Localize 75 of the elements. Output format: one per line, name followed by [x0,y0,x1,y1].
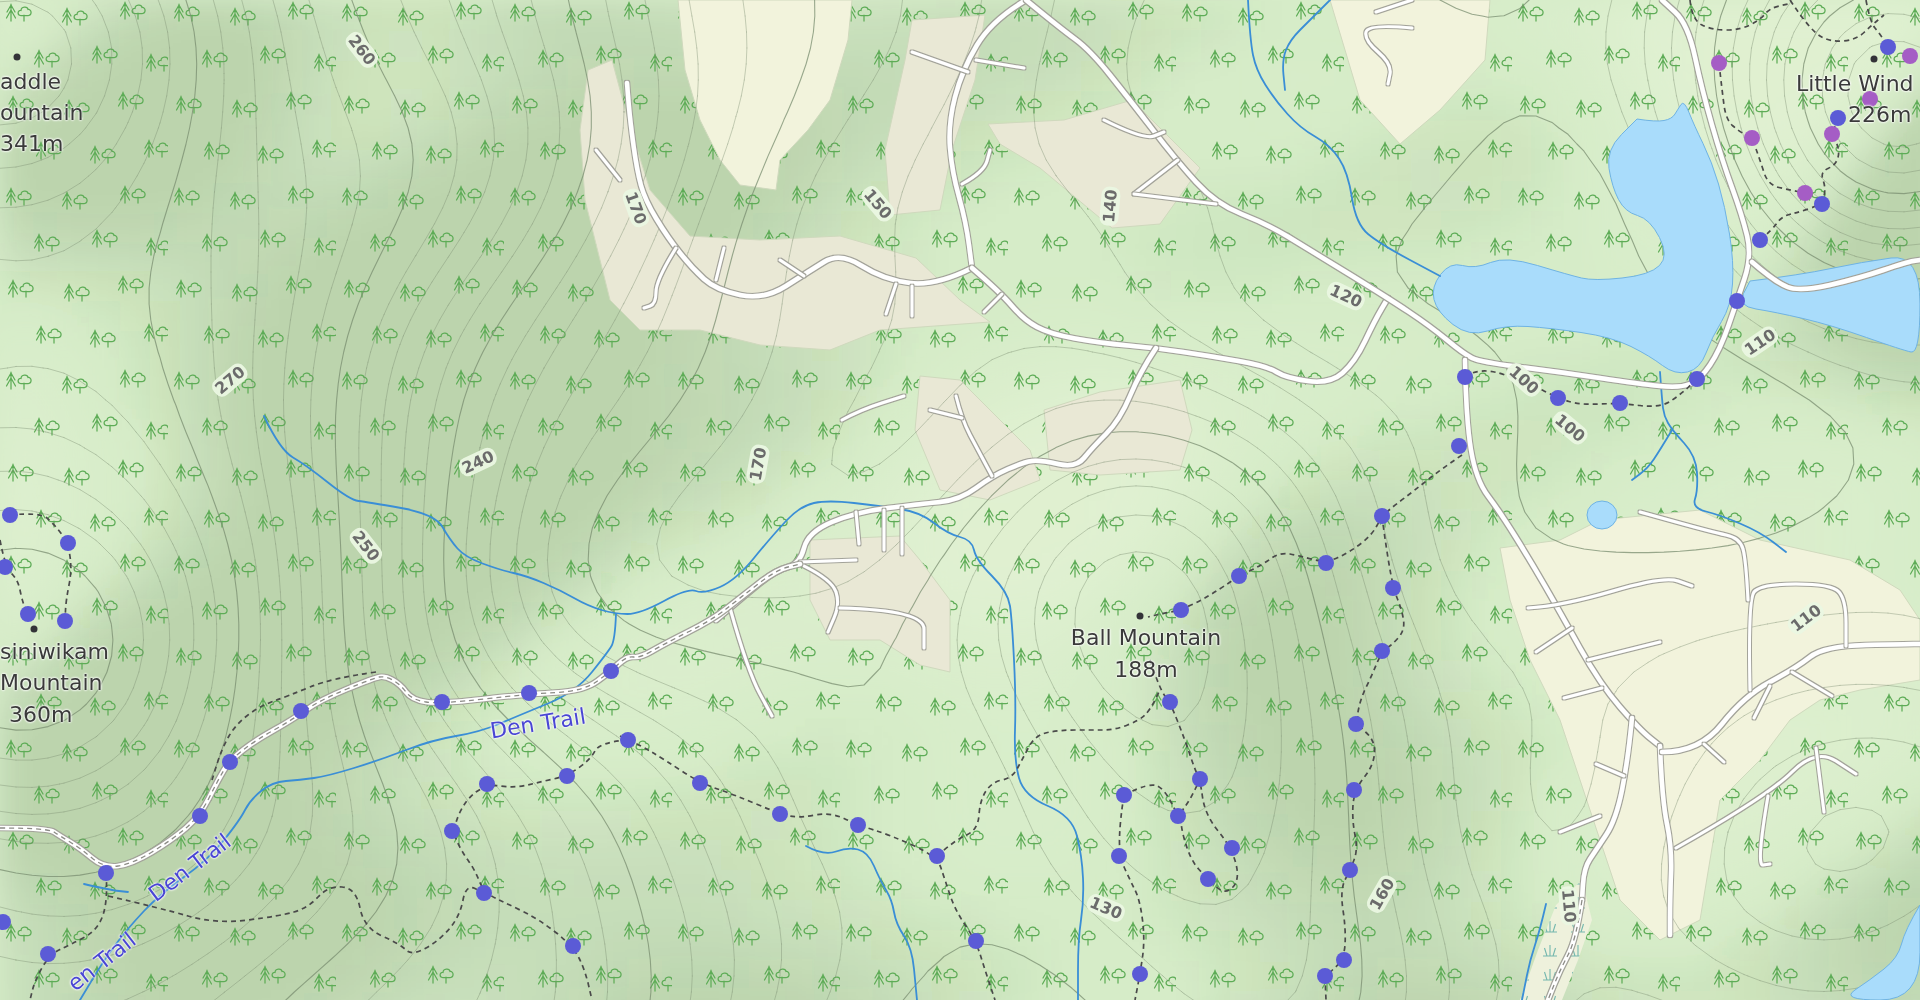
marker-dot-icon[interactable] [1729,293,1745,309]
marker-dot-icon[interactable] [521,685,537,701]
marker-dot-icon[interactable] [1550,390,1566,406]
marker-dot-icon[interactable] [1200,871,1216,887]
peak-name: Ball Mountain [1070,624,1222,652]
marker-dot-icon[interactable] [20,606,36,622]
marker-dot-icon[interactable] [1862,91,1878,107]
marker-dot-icon[interactable] [1612,395,1628,411]
marker-dot-icon[interactable] [1814,196,1830,212]
peak-name: Little Wind [1796,70,1914,98]
marker-dot-icon[interactable] [1902,48,1918,64]
peak-dot-icon [13,53,21,61]
marker-dot-icon[interactable] [692,775,708,791]
marker-dot-icon[interactable] [1752,232,1768,248]
trail-label: Den Trail [143,828,237,908]
marker-dot-icon[interactable] [772,806,788,822]
marker-dot-icon[interactable] [60,535,76,551]
marker-dot-icon[interactable] [620,732,636,748]
marker-dot-icon[interactable] [2,507,18,523]
marker-dot-icon[interactable] [850,817,866,833]
marker-dot-icon[interactable] [1457,369,1473,385]
marker-dot-icon[interactable] [476,885,492,901]
marker-dot-icon[interactable] [1830,110,1846,126]
marker-dot-icon[interactable] [929,848,945,864]
peak-name: siniwikam Mountain [0,638,109,697]
marker-dot-icon[interactable] [1711,55,1727,71]
peak-elevation: 226m [1848,101,1912,129]
marker-dot-icon[interactable] [1336,952,1352,968]
marker-dot-icon[interactable] [1797,185,1813,201]
marker-dot-icon[interactable] [479,776,495,792]
road [594,148,622,182]
marker-dot-icon[interactable] [1689,371,1705,387]
peak-dot-icon [30,625,38,633]
marker-dot-icon[interactable] [1224,840,1240,856]
marker-dot-icon[interactable] [1342,862,1358,878]
peak-dot-icon [1870,55,1878,63]
marker-dot-icon[interactable] [1824,126,1840,142]
marker-dot-icon[interactable] [1346,782,1362,798]
marker-dot-icon[interactable] [222,754,238,770]
marker-dot-icon[interactable] [1451,438,1467,454]
marker-dot-icon[interactable] [192,808,208,824]
marker-dot-icon[interactable] [968,933,984,949]
marker-dot-icon[interactable] [1132,966,1148,982]
marker-dot-icon[interactable] [1318,555,1334,571]
marker-dot-icon[interactable] [1170,808,1186,824]
marker-dot-icon[interactable] [293,703,309,719]
peak-elevation: 360m [9,701,73,729]
marker-dot-icon[interactable] [1231,568,1247,584]
peak-name: addle ountain [0,68,84,127]
peak-elevation: 341m [0,130,64,158]
marker-dot-icon[interactable] [1317,968,1333,984]
marker-dot-icon[interactable] [1192,771,1208,787]
marker-dot-icon[interactable] [1348,716,1364,732]
marker-dot-icon[interactable] [434,694,450,710]
marker-dot-icon[interactable] [1173,602,1189,618]
pond [1586,500,1618,530]
marker-dot-icon[interactable] [40,946,56,962]
marker-dot-icon[interactable] [1111,848,1127,864]
peak-elevation: 188m [1114,656,1178,684]
marker-dot-icon[interactable] [1374,643,1390,659]
marker-dot-icon[interactable] [1744,130,1760,146]
trail-label: en Trail [62,927,142,997]
marker-dot-icon[interactable] [98,865,114,881]
marker-dot-icon[interactable] [1162,694,1178,710]
marker-dot-icon[interactable] [559,768,575,784]
marker-dot-icon[interactable] [565,938,581,954]
marker-dot-icon[interactable] [1880,39,1896,55]
marker-dot-icon[interactable] [603,663,619,679]
peak-dot-icon [1136,612,1144,620]
trail-label: Den Trail [488,703,588,745]
marker-dot-icon[interactable] [1385,580,1401,596]
marker-dot-icon[interactable] [1374,508,1390,524]
marker-dot-icon[interactable] [444,823,460,839]
marker-dot-icon[interactable] [1116,787,1132,803]
marker-dot-icon[interactable] [57,613,73,629]
